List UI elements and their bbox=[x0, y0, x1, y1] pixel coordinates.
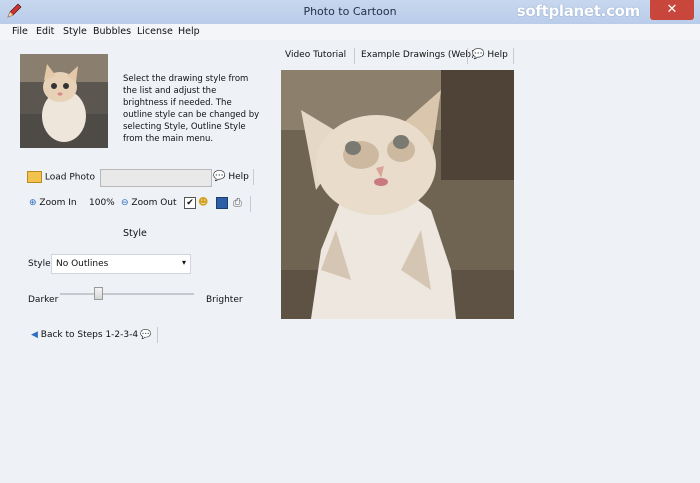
help-bubble-icon[interactable]: 💬 bbox=[140, 330, 151, 340]
zoom-in-button[interactable]: ⊕ Zoom In bbox=[29, 198, 77, 208]
menu-file[interactable]: File bbox=[12, 26, 28, 37]
menu-bar: File Edit Style Bubbles License Help bbox=[0, 24, 700, 40]
help-bubble-icon: 💬 bbox=[213, 171, 226, 182]
right-help-label: Help bbox=[487, 50, 508, 60]
menu-style[interactable]: Style bbox=[63, 26, 87, 37]
arrow-left-icon: ◀ bbox=[31, 330, 38, 340]
separator bbox=[513, 48, 514, 64]
magnifier-minus-icon: ⊖ bbox=[121, 198, 129, 208]
photo-path-field[interactable] bbox=[100, 169, 212, 187]
close-button[interactable]: ✕ bbox=[650, 0, 694, 20]
cartoon-preview-image bbox=[281, 70, 514, 319]
zoom-in-label: Zoom In bbox=[39, 198, 77, 208]
load-photo-label: Load Photo bbox=[44, 172, 95, 183]
back-label: Back to Steps 1-2-3-4 bbox=[40, 330, 139, 340]
menu-help[interactable]: Help bbox=[178, 26, 200, 37]
separator bbox=[157, 327, 158, 343]
outline-checkbox[interactable]: ✔ bbox=[184, 197, 196, 209]
magnifier-plus-icon: ⊕ bbox=[29, 198, 37, 208]
right-help-button[interactable]: 💬 Help bbox=[472, 49, 508, 60]
watermark-logo: softplanet.com bbox=[516, 2, 641, 20]
smiley-icon[interactable]: ☻ bbox=[198, 197, 208, 208]
menu-bubbles[interactable]: Bubbles bbox=[93, 26, 131, 37]
back-to-steps-button[interactable]: ◀ Back to Steps 1-2-3-4 bbox=[31, 330, 138, 340]
style-dropdown[interactable]: No Outlines ▾ bbox=[51, 254, 191, 274]
style-label: Style bbox=[28, 259, 51, 269]
brightness-slider-thumb[interactable] bbox=[94, 287, 103, 300]
style-section-title: Style bbox=[123, 228, 147, 239]
brighter-label: Brighter bbox=[206, 295, 243, 305]
separator bbox=[354, 48, 355, 64]
title-bar: Photo to Cartoon softplanet.com ✕ bbox=[0, 0, 700, 25]
save-icon[interactable] bbox=[216, 197, 228, 209]
folder-icon bbox=[27, 171, 42, 183]
chevron-down-icon: ▾ bbox=[181, 258, 186, 267]
instructions-text: Select the drawing style from the list a… bbox=[123, 74, 260, 144]
zoom-out-button[interactable]: ⊖ Zoom Out bbox=[121, 198, 177, 208]
example-drawings-link[interactable]: Example Drawings (Web) bbox=[361, 50, 475, 60]
menu-license[interactable]: License bbox=[137, 26, 173, 37]
menu-edit[interactable]: Edit bbox=[36, 26, 54, 37]
separator bbox=[250, 196, 251, 212]
zoom-out-label: Zoom Out bbox=[131, 198, 177, 208]
help-label: Help bbox=[228, 172, 249, 182]
style-dropdown-value: No Outlines bbox=[56, 259, 109, 269]
darker-label: Darker bbox=[28, 295, 59, 305]
original-photo-thumbnail bbox=[20, 54, 108, 148]
video-tutorial-link[interactable]: Video Tutorial bbox=[285, 50, 346, 60]
separator bbox=[467, 48, 468, 64]
separator bbox=[253, 169, 254, 185]
help-bubble-icon: 💬 bbox=[472, 49, 485, 60]
zoom-level: 100% bbox=[89, 198, 115, 208]
load-photo-button[interactable]: Load Photo bbox=[27, 171, 95, 183]
help-button[interactable]: 💬 Help bbox=[213, 171, 249, 182]
brightness-slider-track[interactable] bbox=[60, 293, 194, 295]
print-icon[interactable]: ⎙ bbox=[233, 196, 242, 210]
